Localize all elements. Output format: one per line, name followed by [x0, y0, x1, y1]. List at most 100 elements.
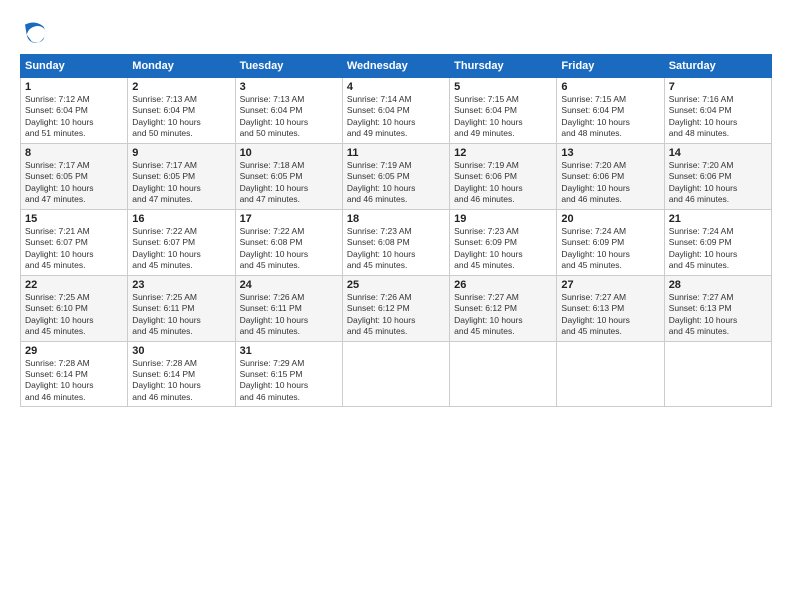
- calendar-cell: 14Sunrise: 7:20 AM Sunset: 6:06 PM Dayli…: [664, 143, 771, 209]
- day-info: Sunrise: 7:18 AM Sunset: 6:05 PM Dayligh…: [240, 160, 338, 206]
- logo-icon: [20, 18, 50, 48]
- calendar-cell: 10Sunrise: 7:18 AM Sunset: 6:05 PM Dayli…: [235, 143, 342, 209]
- day-number: 24: [240, 279, 338, 291]
- day-number: 22: [25, 279, 123, 291]
- day-info: Sunrise: 7:25 AM Sunset: 6:11 PM Dayligh…: [132, 292, 230, 338]
- day-info: Sunrise: 7:17 AM Sunset: 6:05 PM Dayligh…: [25, 160, 123, 206]
- calendar-header-tuesday: Tuesday: [235, 55, 342, 78]
- day-number: 21: [669, 213, 767, 225]
- calendar-header-monday: Monday: [128, 55, 235, 78]
- calendar-header-friday: Friday: [557, 55, 664, 78]
- calendar-cell: 6Sunrise: 7:15 AM Sunset: 6:04 PM Daylig…: [557, 78, 664, 144]
- calendar-cell: [557, 341, 664, 407]
- calendar-cell: 3Sunrise: 7:13 AM Sunset: 6:04 PM Daylig…: [235, 78, 342, 144]
- calendar-week-row: 8Sunrise: 7:17 AM Sunset: 6:05 PM Daylig…: [21, 143, 772, 209]
- day-info: Sunrise: 7:19 AM Sunset: 6:06 PM Dayligh…: [454, 160, 552, 206]
- day-info: Sunrise: 7:28 AM Sunset: 6:14 PM Dayligh…: [25, 358, 123, 404]
- calendar-cell: 22Sunrise: 7:25 AM Sunset: 6:10 PM Dayli…: [21, 275, 128, 341]
- day-info: Sunrise: 7:25 AM Sunset: 6:10 PM Dayligh…: [25, 292, 123, 338]
- day-number: 2: [132, 81, 230, 93]
- day-info: Sunrise: 7:22 AM Sunset: 6:08 PM Dayligh…: [240, 226, 338, 272]
- day-info: Sunrise: 7:19 AM Sunset: 6:05 PM Dayligh…: [347, 160, 445, 206]
- day-number: 30: [132, 345, 230, 357]
- calendar-cell: 7Sunrise: 7:16 AM Sunset: 6:04 PM Daylig…: [664, 78, 771, 144]
- calendar-cell: 18Sunrise: 7:23 AM Sunset: 6:08 PM Dayli…: [342, 209, 449, 275]
- header: [20, 18, 772, 48]
- calendar-cell: 8Sunrise: 7:17 AM Sunset: 6:05 PM Daylig…: [21, 143, 128, 209]
- day-number: 11: [347, 147, 445, 159]
- calendar-cell: 29Sunrise: 7:28 AM Sunset: 6:14 PM Dayli…: [21, 341, 128, 407]
- calendar-week-row: 15Sunrise: 7:21 AM Sunset: 6:07 PM Dayli…: [21, 209, 772, 275]
- day-number: 6: [561, 81, 659, 93]
- day-number: 5: [454, 81, 552, 93]
- day-info: Sunrise: 7:29 AM Sunset: 6:15 PM Dayligh…: [240, 358, 338, 404]
- calendar-cell: 16Sunrise: 7:22 AM Sunset: 6:07 PM Dayli…: [128, 209, 235, 275]
- day-info: Sunrise: 7:20 AM Sunset: 6:06 PM Dayligh…: [669, 160, 767, 206]
- day-number: 9: [132, 147, 230, 159]
- day-number: 23: [132, 279, 230, 291]
- calendar-cell: 26Sunrise: 7:27 AM Sunset: 6:12 PM Dayli…: [450, 275, 557, 341]
- day-info: Sunrise: 7:14 AM Sunset: 6:04 PM Dayligh…: [347, 94, 445, 140]
- calendar-cell: 28Sunrise: 7:27 AM Sunset: 6:13 PM Dayli…: [664, 275, 771, 341]
- day-info: Sunrise: 7:22 AM Sunset: 6:07 PM Dayligh…: [132, 226, 230, 272]
- calendar-week-row: 29Sunrise: 7:28 AM Sunset: 6:14 PM Dayli…: [21, 341, 772, 407]
- day-number: 18: [347, 213, 445, 225]
- calendar-cell: 4Sunrise: 7:14 AM Sunset: 6:04 PM Daylig…: [342, 78, 449, 144]
- day-number: 27: [561, 279, 659, 291]
- calendar-cell: 12Sunrise: 7:19 AM Sunset: 6:06 PM Dayli…: [450, 143, 557, 209]
- calendar-week-row: 1Sunrise: 7:12 AM Sunset: 6:04 PM Daylig…: [21, 78, 772, 144]
- calendar-cell: 24Sunrise: 7:26 AM Sunset: 6:11 PM Dayli…: [235, 275, 342, 341]
- calendar-cell: 5Sunrise: 7:15 AM Sunset: 6:04 PM Daylig…: [450, 78, 557, 144]
- day-number: 13: [561, 147, 659, 159]
- calendar-cell: 1Sunrise: 7:12 AM Sunset: 6:04 PM Daylig…: [21, 78, 128, 144]
- calendar-cell: [664, 341, 771, 407]
- calendar-header-sunday: Sunday: [21, 55, 128, 78]
- day-info: Sunrise: 7:26 AM Sunset: 6:12 PM Dayligh…: [347, 292, 445, 338]
- calendar-cell: 27Sunrise: 7:27 AM Sunset: 6:13 PM Dayli…: [557, 275, 664, 341]
- day-number: 19: [454, 213, 552, 225]
- calendar-cell: 2Sunrise: 7:13 AM Sunset: 6:04 PM Daylig…: [128, 78, 235, 144]
- day-info: Sunrise: 7:23 AM Sunset: 6:08 PM Dayligh…: [347, 226, 445, 272]
- calendar-cell: 31Sunrise: 7:29 AM Sunset: 6:15 PM Dayli…: [235, 341, 342, 407]
- day-number: 28: [669, 279, 767, 291]
- day-info: Sunrise: 7:24 AM Sunset: 6:09 PM Dayligh…: [669, 226, 767, 272]
- day-number: 8: [25, 147, 123, 159]
- calendar-header-thursday: Thursday: [450, 55, 557, 78]
- calendar-header-wednesday: Wednesday: [342, 55, 449, 78]
- day-number: 29: [25, 345, 123, 357]
- day-number: 3: [240, 81, 338, 93]
- calendar-cell: [450, 341, 557, 407]
- calendar-cell: 23Sunrise: 7:25 AM Sunset: 6:11 PM Dayli…: [128, 275, 235, 341]
- day-number: 15: [25, 213, 123, 225]
- day-info: Sunrise: 7:15 AM Sunset: 6:04 PM Dayligh…: [454, 94, 552, 140]
- day-number: 1: [25, 81, 123, 93]
- calendar-cell: 17Sunrise: 7:22 AM Sunset: 6:08 PM Dayli…: [235, 209, 342, 275]
- day-info: Sunrise: 7:27 AM Sunset: 6:13 PM Dayligh…: [561, 292, 659, 338]
- day-number: 12: [454, 147, 552, 159]
- day-number: 16: [132, 213, 230, 225]
- day-number: 26: [454, 279, 552, 291]
- day-info: Sunrise: 7:23 AM Sunset: 6:09 PM Dayligh…: [454, 226, 552, 272]
- calendar-header-saturday: Saturday: [664, 55, 771, 78]
- day-info: Sunrise: 7:21 AM Sunset: 6:07 PM Dayligh…: [25, 226, 123, 272]
- day-number: 10: [240, 147, 338, 159]
- day-number: 25: [347, 279, 445, 291]
- day-info: Sunrise: 7:16 AM Sunset: 6:04 PM Dayligh…: [669, 94, 767, 140]
- day-info: Sunrise: 7:20 AM Sunset: 6:06 PM Dayligh…: [561, 160, 659, 206]
- day-info: Sunrise: 7:17 AM Sunset: 6:05 PM Dayligh…: [132, 160, 230, 206]
- calendar-cell: 30Sunrise: 7:28 AM Sunset: 6:14 PM Dayli…: [128, 341, 235, 407]
- calendar-cell: 25Sunrise: 7:26 AM Sunset: 6:12 PM Dayli…: [342, 275, 449, 341]
- calendar-cell: [342, 341, 449, 407]
- day-info: Sunrise: 7:28 AM Sunset: 6:14 PM Dayligh…: [132, 358, 230, 404]
- calendar-cell: 9Sunrise: 7:17 AM Sunset: 6:05 PM Daylig…: [128, 143, 235, 209]
- calendar-cell: 19Sunrise: 7:23 AM Sunset: 6:09 PM Dayli…: [450, 209, 557, 275]
- day-number: 20: [561, 213, 659, 225]
- calendar-cell: 20Sunrise: 7:24 AM Sunset: 6:09 PM Dayli…: [557, 209, 664, 275]
- calendar-cell: 15Sunrise: 7:21 AM Sunset: 6:07 PM Dayli…: [21, 209, 128, 275]
- calendar-cell: 13Sunrise: 7:20 AM Sunset: 6:06 PM Dayli…: [557, 143, 664, 209]
- calendar-cell: 11Sunrise: 7:19 AM Sunset: 6:05 PM Dayli…: [342, 143, 449, 209]
- page: SundayMondayTuesdayWednesdayThursdayFrid…: [0, 0, 792, 612]
- day-info: Sunrise: 7:26 AM Sunset: 6:11 PM Dayligh…: [240, 292, 338, 338]
- calendar-cell: 21Sunrise: 7:24 AM Sunset: 6:09 PM Dayli…: [664, 209, 771, 275]
- day-number: 7: [669, 81, 767, 93]
